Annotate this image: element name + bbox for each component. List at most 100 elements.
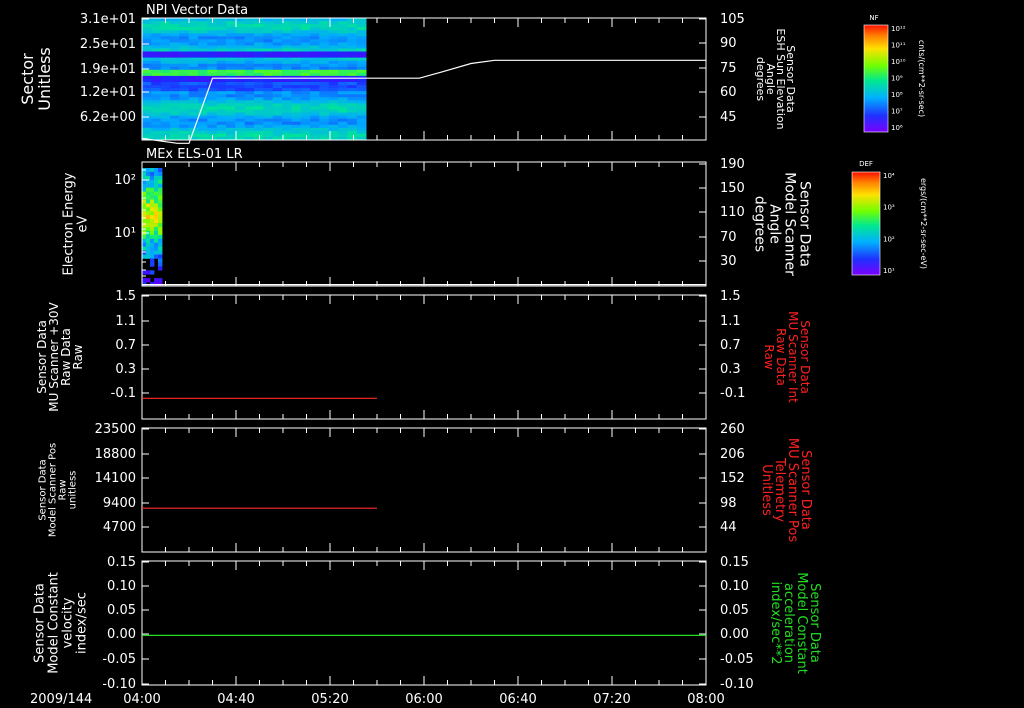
heatmap-cell <box>146 227 151 232</box>
heatmap-cell <box>226 60 236 65</box>
heatmap-cell <box>338 66 348 71</box>
heatmap-cell <box>282 121 292 126</box>
heatmap-cell <box>310 94 320 98</box>
heatmap-cell <box>263 33 274 37</box>
heatmap-cell <box>338 36 348 40</box>
heatmap-cell <box>356 85 367 89</box>
heatmap-cell <box>356 21 367 25</box>
heatmap-cell <box>150 215 155 220</box>
heatmap-cell <box>170 100 180 104</box>
axis-label-line: Model Scanner <box>782 172 798 276</box>
heatmap-cell <box>160 45 171 49</box>
heatmap-cell <box>263 127 274 132</box>
heatmap-cell <box>235 48 246 52</box>
heatmap-cell <box>300 82 311 86</box>
heatmap-cell <box>272 112 283 116</box>
heatmap-cell <box>170 54 180 59</box>
heatmap-cell <box>216 18 227 22</box>
heatmap-cell <box>347 88 358 92</box>
heatmap-cell <box>179 48 190 52</box>
heatmap-cell <box>158 207 163 212</box>
heatmap-cell <box>300 121 311 126</box>
heatmap-cell <box>310 48 320 52</box>
heatmap-cell <box>235 72 246 77</box>
heatmap-cell <box>142 97 152 101</box>
heatmap-cell <box>272 91 283 95</box>
colorbar-label: DEF <box>859 160 873 168</box>
heatmap-cell <box>226 48 236 52</box>
heatmap-cell <box>338 18 348 22</box>
heatmap-cell <box>291 45 302 49</box>
heatmap-cell <box>235 21 246 25</box>
heatmap-cell <box>300 36 311 40</box>
heatmap-cell <box>338 118 348 123</box>
heatmap-cell <box>216 103 227 107</box>
heatmap-cell <box>356 88 367 92</box>
heatmap-cell <box>338 72 348 77</box>
heatmap-cell <box>170 57 180 62</box>
heatmap-cell <box>142 118 152 123</box>
heatmap-cell <box>188 24 199 28</box>
heatmap-cell <box>244 51 255 55</box>
heatmap-cell <box>263 94 274 98</box>
heatmap-cell <box>356 94 367 98</box>
heatmap-cell <box>244 130 255 135</box>
heatmap-cell <box>338 60 348 65</box>
heatmap-cell <box>244 60 255 65</box>
heatmap-cell <box>338 109 348 113</box>
heatmap-cell <box>272 133 283 138</box>
heatmap-cell <box>338 45 348 49</box>
heatmap-cell <box>310 118 320 123</box>
heatmap-cell <box>263 54 274 59</box>
heatmap-cell <box>170 60 180 65</box>
heatmap-cell <box>198 18 208 22</box>
heatmap-cell <box>254 97 264 101</box>
heatmap-cell <box>319 130 330 135</box>
heatmap-cell <box>216 82 227 86</box>
heatmap-cell <box>170 118 180 123</box>
heatmap-cell <box>254 94 264 98</box>
heatmap-cell <box>207 66 218 71</box>
heatmap-cell <box>300 88 311 92</box>
heatmap-cell <box>235 63 246 68</box>
heatmap-cell <box>338 30 348 34</box>
heatmap-cell <box>254 103 264 107</box>
heatmap-cell <box>328 100 339 104</box>
heatmap-cell <box>291 130 302 135</box>
heatmap-cell <box>328 69 339 74</box>
heatmap-cell <box>188 51 199 55</box>
axis-label-line: index/sec <box>75 592 90 654</box>
heatmap-cell <box>179 24 190 28</box>
heatmap-cell <box>226 115 236 120</box>
heatmap-cell <box>151 91 162 95</box>
heatmap-cell <box>310 30 320 34</box>
heatmap-cell <box>207 106 218 110</box>
colorbar-tick: 10⁷ <box>891 108 903 116</box>
heatmap-cell <box>263 133 274 138</box>
heatmap-cell <box>254 130 264 135</box>
heatmap-cell <box>282 130 292 135</box>
heatmap-cell <box>319 24 330 28</box>
heatmap-cell <box>310 24 320 28</box>
heatmap-cell <box>272 106 283 110</box>
heatmap-cell <box>146 183 151 188</box>
heatmap-cell <box>272 45 283 49</box>
heatmap-cell <box>282 79 292 83</box>
heatmap-cell <box>282 85 292 89</box>
heatmap-cell <box>347 36 358 40</box>
heatmap-cell <box>216 33 227 37</box>
heatmap-cell <box>263 91 274 95</box>
heatmap-cell <box>254 21 264 25</box>
heatmap-cell <box>151 69 162 74</box>
heatmap-cell <box>300 27 311 31</box>
heatmap-cell <box>282 82 292 86</box>
heatmap-cell <box>244 18 255 22</box>
heatmap-cell <box>158 230 163 236</box>
heatmap-cell <box>300 18 311 22</box>
heatmap-cell <box>356 51 367 55</box>
heatmap-cell <box>160 82 171 86</box>
heatmap-cell <box>338 63 348 68</box>
heatmap-cell <box>146 238 151 244</box>
heatmap-cell <box>188 72 199 77</box>
heatmap-cell <box>291 30 302 34</box>
